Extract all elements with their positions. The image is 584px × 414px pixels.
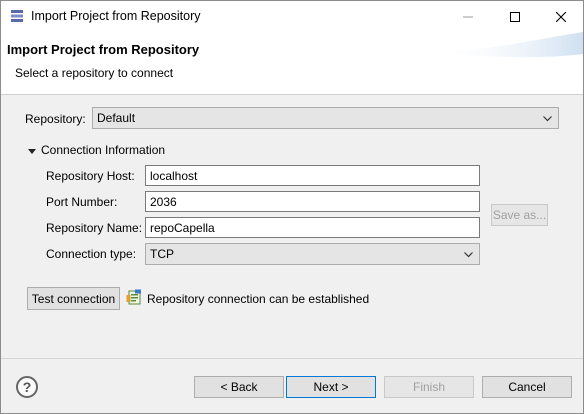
back-button[interactable]: < Back (194, 376, 284, 398)
repository-name-label: Repository Name: (46, 221, 143, 235)
test-connection-button[interactable]: Test connection (27, 287, 120, 310)
header-decoration (433, 32, 583, 58)
footer-divider (1, 358, 583, 359)
port-label: Port Number: (46, 195, 118, 209)
connection-status-text: Repository connection can be established (147, 292, 370, 306)
host-label: Repository Host: (46, 169, 135, 183)
connection-type-label: Connection type: (46, 247, 137, 261)
minimize-button[interactable] (445, 1, 491, 32)
finish-button[interactable]: Finish (384, 376, 474, 398)
connection-type-value: TCP (150, 247, 174, 261)
close-button[interactable] (538, 1, 584, 32)
repository-host-field[interactable]: localhost (145, 165, 480, 186)
minimize-icon (463, 16, 473, 17)
repository-name-value: repoCapella (150, 221, 215, 235)
chevron-down-icon (464, 252, 473, 258)
connection-type-select[interactable]: TCP (145, 243, 480, 265)
app-icon (11, 10, 23, 22)
cancel-button[interactable]: Cancel (482, 376, 572, 398)
maximize-button[interactable] (492, 1, 538, 32)
title-bar: Import Project from Repository (1, 1, 583, 32)
expand-triangle-icon[interactable] (27, 147, 37, 157)
repository-value: Default (97, 111, 136, 125)
section-connection-information: Connection Information (41, 143, 166, 157)
repository-name-field[interactable]: repoCapella (145, 217, 480, 238)
repository-label: Repository: (25, 112, 86, 126)
port-number-field[interactable]: 2036 (145, 191, 480, 212)
help-icon[interactable]: ? (16, 376, 38, 398)
wizard-subtitle: Select a repository to connect (15, 66, 174, 80)
repository-connection-status-icon (126, 289, 141, 305)
port-value: 2036 (150, 195, 177, 209)
wizard-title: Import Project from Repository (7, 42, 200, 57)
save-as-button[interactable]: Save as... (491, 204, 548, 226)
repository-select[interactable]: Default (92, 107, 559, 129)
window-title: Import Project from Repository (31, 9, 201, 23)
chevron-down-icon (543, 116, 552, 122)
dialog-window: Import Project from Repository Import Pr… (0, 0, 584, 414)
host-value: localhost (150, 169, 198, 183)
wizard-header: Import Project from Repository Select a … (1, 32, 583, 95)
next-button[interactable]: Next > (286, 376, 376, 398)
close-icon (556, 11, 566, 22)
maximize-icon (510, 11, 520, 22)
